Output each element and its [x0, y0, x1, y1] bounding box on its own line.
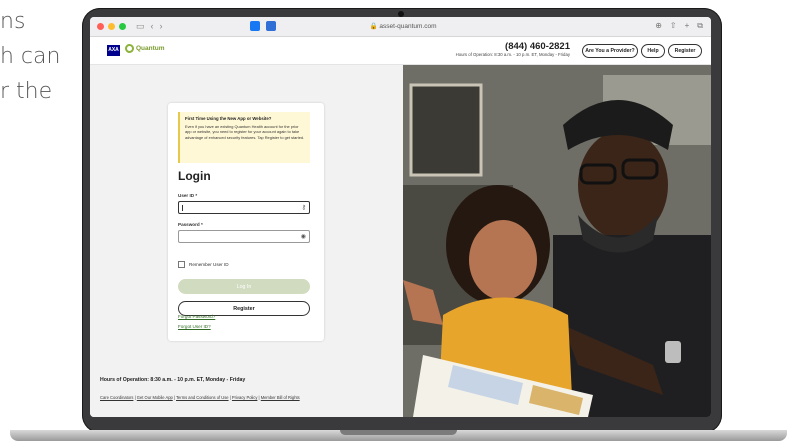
- tabs-overview-icon[interactable]: ⧉: [697, 21, 703, 31]
- pinned-tab-icon[interactable]: [250, 21, 260, 31]
- forward-icon[interactable]: ›: [160, 21, 163, 32]
- login-title: Login: [178, 169, 211, 183]
- key-icon[interactable]: ⚷: [302, 204, 306, 211]
- userid-input[interactable]: ⚷: [178, 201, 310, 214]
- login-pane: First Time Using the New App or Website?…: [90, 65, 403, 417]
- footer-link[interactable]: Get Our Mobile App: [137, 395, 173, 400]
- page: ns h can r the ▭ ‹ › 🔒 asset-quantum.com: [0, 0, 797, 443]
- help-button[interactable]: Help: [641, 44, 665, 58]
- laptop-screen: ▭ ‹ › 🔒 asset-quantum.com ⊕ ⇧ + ⧉ AXA Qu…: [90, 17, 711, 417]
- laptop-notch: [340, 430, 457, 435]
- sidebar-toggle-icon[interactable]: ▭: [136, 21, 145, 32]
- axa-logo[interactable]: AXA: [107, 45, 120, 56]
- hero-photo-illustration: [403, 65, 711, 417]
- laptop-base: [10, 430, 787, 441]
- provider-button[interactable]: Are You a Provider?: [582, 44, 638, 58]
- notice-body: Even if you have an existing Quantum Hea…: [185, 124, 305, 140]
- site-header: AXA Quantum (844) 460-2821 Hours of Oper…: [90, 37, 711, 65]
- back-icon[interactable]: ‹: [151, 21, 154, 32]
- footer-link[interactable]: Terms and Conditions of Use: [176, 395, 229, 400]
- url-text: asset-quantum.com: [379, 23, 437, 30]
- phone-number[interactable]: (844) 460-2821: [500, 41, 570, 52]
- remember-checkbox[interactable]: [178, 261, 185, 268]
- quantum-logo[interactable]: Quantum: [125, 44, 165, 53]
- browser-toolbar: ▭ ‹ › 🔒 asset-quantum.com ⊕ ⇧ + ⧉: [90, 17, 711, 37]
- zoom-window-icon[interactable]: [119, 23, 126, 30]
- password-label: Password *: [178, 222, 203, 227]
- background-article-text: ns h can r the: [0, 4, 60, 109]
- quantum-logo-text: Quantum: [136, 45, 165, 53]
- footer-link[interactable]: Member Bill of Rights: [261, 395, 300, 400]
- forgot-userid-link[interactable]: Forgot User ID?: [178, 324, 211, 329]
- browser-actions: ⊕ ⇧ + ⧉: [655, 21, 703, 31]
- quantum-logo-icon: [125, 44, 134, 53]
- background-text-line: r the: [0, 79, 53, 104]
- address-bar[interactable]: 🔒 asset-quantum.com: [333, 21, 473, 33]
- new-tab-icon[interactable]: +: [685, 21, 690, 31]
- share-icon[interactable]: ⇧: [670, 21, 677, 31]
- first-time-notice: First Time Using the New App or Website?…: [178, 112, 310, 163]
- window-controls: [97, 23, 126, 30]
- forgot-password-link[interactable]: Forgot Password?: [178, 314, 215, 319]
- footer-link[interactable]: Privacy Policy: [232, 395, 257, 400]
- header-register-button[interactable]: Register: [668, 44, 702, 58]
- background-text-line: ns: [0, 9, 26, 34]
- remember-label: Remember User ID: [189, 262, 229, 267]
- text-caret: [182, 205, 183, 211]
- minimize-window-icon[interactable]: [108, 23, 115, 30]
- background-text-line: h can: [0, 44, 61, 69]
- pinned-tabs: [250, 21, 276, 31]
- download-icon[interactable]: ⊕: [655, 21, 662, 31]
- login-card: First Time Using the New App or Website?…: [168, 103, 324, 341]
- footer-links: Care Coordinators | Get Our Mobile App |…: [100, 395, 300, 400]
- close-window-icon[interactable]: [97, 23, 104, 30]
- userid-label: User ID *: [178, 193, 198, 198]
- browser-nav: ▭ ‹ ›: [136, 21, 163, 32]
- password-input[interactable]: ◉: [178, 230, 310, 243]
- login-button[interactable]: Log In: [178, 279, 310, 294]
- header-hours: Hours of Operation: 8:30 a.m. - 10 p.m. …: [455, 52, 570, 57]
- notice-title: First Time Using the New App or Website?: [185, 116, 272, 121]
- show-password-icon[interactable]: ◉: [301, 233, 306, 240]
- pinned-tab-icon[interactable]: [266, 21, 276, 31]
- footer-hours: Hours of Operation: 8:30 a.m. - 10 p.m. …: [100, 377, 246, 383]
- hero-photo: [403, 65, 711, 417]
- footer-link[interactable]: Care Coordinators: [100, 395, 133, 400]
- remember-userid[interactable]: Remember User ID: [178, 261, 229, 268]
